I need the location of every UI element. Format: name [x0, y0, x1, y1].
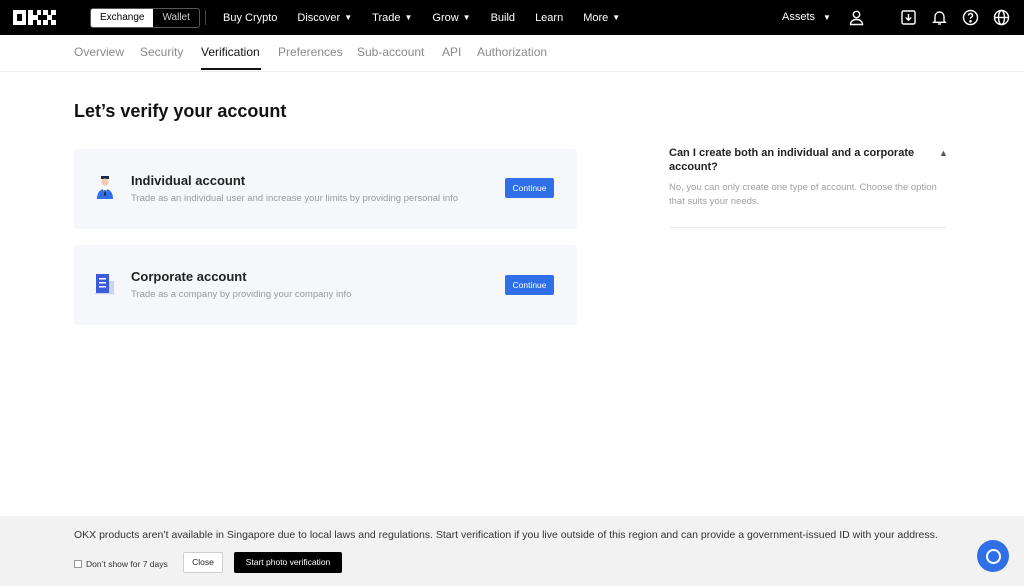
account-subnav: Overview Security Verification Preferenc…	[0, 35, 1024, 72]
nav-discover[interactable]: Discover ▼	[297, 12, 352, 24]
page-title: Let’s verify your account	[74, 101, 287, 121]
region-notice-banner: OKX products aren’t available in Singapo…	[0, 516, 1024, 586]
chevron-down-icon: ▼	[823, 12, 831, 22]
card-title: Individual account	[131, 173, 246, 188]
individual-continue-button[interactable]: Continue	[505, 178, 554, 198]
help-icon[interactable]	[962, 9, 979, 26]
tab-security[interactable]: Security	[140, 45, 183, 59]
globe-icon[interactable]	[993, 9, 1010, 26]
assets-menu[interactable]: Assets ▼	[782, 11, 831, 23]
tab-api[interactable]: API	[442, 45, 461, 59]
nav-trade[interactable]: Trade ▼	[372, 12, 412, 24]
exchange-wallet-toggle: Exchange Wallet	[90, 8, 200, 28]
user-icon[interactable]	[848, 9, 865, 26]
main-nav-links: Buy Crypto Discover ▼ Trade ▼ Grow ▼ Build …	[223, 0, 640, 35]
start-photo-verification-button[interactable]: Start photo verification	[234, 552, 342, 573]
bell-icon[interactable]	[931, 9, 948, 26]
close-button[interactable]: Close	[183, 552, 223, 573]
person-icon	[94, 175, 116, 201]
nav-divider	[205, 10, 206, 25]
top-navigation: Exchange Wallet Buy Crypto Discover ▼ Tra…	[0, 0, 1024, 35]
chevron-up-icon[interactable]: ▲	[939, 148, 948, 158]
chevron-down-icon: ▼	[612, 13, 621, 22]
tab-sub-account[interactable]: Sub-account	[357, 45, 424, 59]
card-description: Trade as a company by providing your com…	[131, 289, 352, 300]
exchange-toggle[interactable]: Exchange	[91, 9, 154, 27]
nav-buy-crypto[interactable]: Buy Crypto	[223, 12, 277, 24]
checkbox-label: Don’t show for 7 days	[86, 559, 168, 569]
corporate-account-card[interactable]: Corporate account Trade as a company by …	[74, 245, 577, 325]
card-title: Corporate account	[131, 269, 247, 284]
card-description: Trade as an individual user and increase…	[131, 193, 459, 204]
active-tab-underline	[201, 68, 261, 70]
okx-logo[interactable]	[13, 10, 71, 25]
faq-answer: No, you can only create one type of acco…	[669, 182, 937, 207]
dont-show-checkbox[interactable]: Don’t show for 7 days	[74, 559, 168, 569]
faq-item: Can I create both an individual and a co…	[669, 146, 948, 228]
nav-learn[interactable]: Learn	[535, 12, 563, 24]
tab-overview[interactable]: Overview	[74, 45, 124, 59]
chevron-down-icon: ▼	[404, 13, 413, 22]
nav-build[interactable]: Build	[491, 12, 515, 24]
download-icon[interactable]	[900, 9, 917, 26]
building-icon	[94, 271, 116, 297]
chevron-down-icon: ▼	[344, 13, 353, 22]
individual-account-card[interactable]: Individual account Trade as an individua…	[74, 149, 577, 229]
chevron-down-icon: ▼	[462, 13, 471, 22]
tab-verification[interactable]: Verification	[201, 45, 260, 59]
tab-preferences[interactable]: Preferences	[278, 45, 343, 59]
tab-authorization[interactable]: Authorization	[477, 45, 547, 59]
nav-more[interactable]: More ▼	[583, 12, 620, 24]
chat-support-button[interactable]	[977, 540, 1009, 572]
corporate-continue-button[interactable]: Continue	[505, 275, 554, 295]
checkbox-box[interactable]	[74, 560, 82, 568]
nav-grow[interactable]: Grow ▼	[432, 12, 470, 24]
chat-icon	[985, 548, 1001, 564]
faq-question[interactable]: Can I create both an individual and a co…	[669, 146, 925, 174]
wallet-toggle[interactable]: Wallet	[153, 9, 198, 27]
region-notice-text: OKX products aren’t available in Singapo…	[74, 529, 938, 541]
